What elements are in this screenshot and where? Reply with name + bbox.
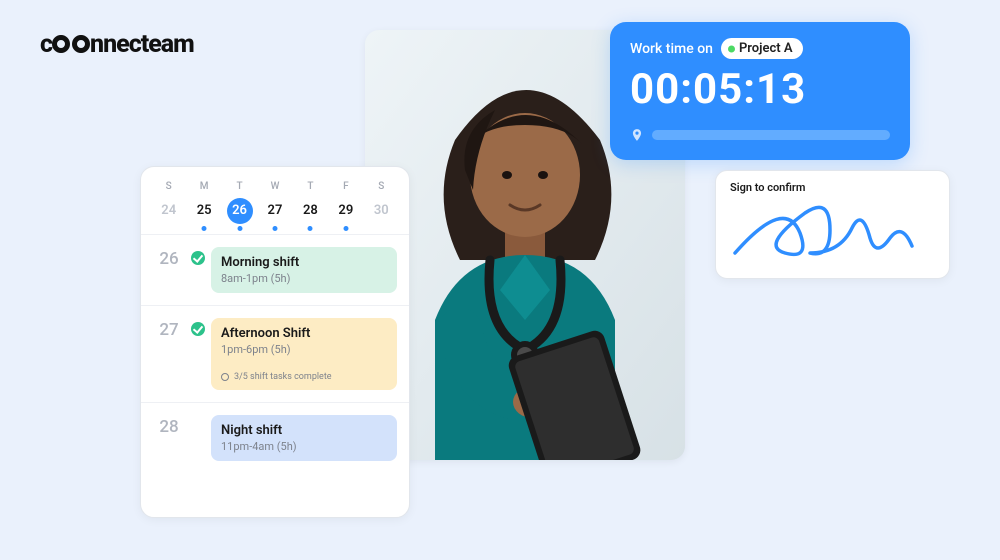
week-date-number: 25 — [191, 198, 217, 224]
shift-row[interactable]: 28 Night shift 11pm-4am (5h) — [141, 402, 409, 473]
signature-label: Sign to confirm — [730, 181, 935, 194]
shift-card[interactable]: Morning shift 8am-1pm (5h) — [211, 247, 397, 293]
shift-list: 26 Morning shift 8am-1pm (5h) 27 Afternoon S… — [141, 234, 409, 473]
elapsed-time: 00:05:13 — [630, 65, 890, 114]
week-date-cell[interactable]: 25 — [186, 196, 221, 226]
week-date-cell[interactable]: 29 — [328, 196, 363, 226]
weekday-label: M — [186, 181, 221, 192]
week-date-number: 28 — [297, 198, 323, 224]
event-dot-icon — [343, 226, 348, 231]
shift-name: Morning shift — [221, 255, 387, 270]
week-date-cell[interactable]: 28 — [293, 196, 328, 226]
schedule-card: SMTWTFS24252627282930 26Morning shift8am… — [140, 166, 410, 518]
logo-oo-icon — [52, 35, 90, 53]
week-date-cell[interactable]: 26 — [222, 196, 257, 226]
shift-time: 8am-1pm (5h) — [221, 272, 387, 285]
brand-logo: cnnecteam — [40, 30, 194, 59]
shift-tasks: 3/5 shift tasks complete — [221, 372, 387, 382]
event-dot-icon — [237, 226, 242, 231]
shift-check-icon — [191, 251, 205, 265]
weekday-label: T — [222, 181, 257, 192]
signature-icon — [730, 198, 935, 266]
shift-date: 26 — [153, 247, 185, 269]
week-date-number: 29 — [333, 198, 359, 224]
week-header: SMTWTFS24252627282930 — [141, 167, 409, 234]
week-date-number: 30 — [368, 198, 394, 224]
shift-row[interactable]: 27 Afternoon Shift 1pm-6pm (5h) 3/5 shift t… — [141, 305, 409, 402]
work-timer-card: Work time on Project A 00:05:13 — [610, 22, 910, 160]
shift-name: Night shift — [221, 423, 387, 438]
shift-time: 1pm-6pm (5h) — [221, 343, 387, 356]
location-pin-icon — [630, 128, 644, 142]
project-pill[interactable]: Project A — [721, 38, 803, 59]
shift-row[interactable]: 26 Morning shift 8am-1pm (5h) — [141, 234, 409, 305]
weekday-label: S — [364, 181, 399, 192]
timer-label: Work time on — [630, 41, 713, 57]
shift-time: 11pm-4am (5h) — [221, 440, 387, 453]
weekday-label: S — [151, 181, 186, 192]
weekday-label: T — [293, 181, 328, 192]
shift-card[interactable]: Afternoon Shift 1pm-6pm (5h) 3/5 shift tas… — [211, 318, 397, 390]
signature-card[interactable]: Sign to confirm — [715, 170, 950, 279]
shift-card[interactable]: Night shift 11pm-4am (5h) — [211, 415, 397, 461]
week-date-number: 27 — [262, 198, 288, 224]
task-progress-icon — [221, 373, 229, 381]
week-date-cell[interactable]: 27 — [257, 196, 292, 226]
week-date-number: 24 — [156, 198, 182, 224]
week-date-cell[interactable]: 24 — [151, 196, 186, 226]
shift-name: Afternoon Shift — [221, 326, 387, 341]
event-dot-icon — [308, 226, 313, 231]
progress-bar[interactable] — [652, 130, 890, 140]
weekday-label: F — [328, 181, 363, 192]
weekday-label: W — [257, 181, 292, 192]
shift-check-icon — [191, 322, 205, 336]
shift-date: 28 — [153, 415, 185, 437]
event-dot-icon — [272, 226, 277, 231]
shift-date: 27 — [153, 318, 185, 340]
week-date-cell[interactable]: 30 — [364, 196, 399, 226]
shift-tasks-text: 3/5 shift tasks complete — [234, 372, 332, 382]
event-dot-icon — [202, 226, 207, 231]
week-date-number: 26 — [227, 198, 253, 224]
